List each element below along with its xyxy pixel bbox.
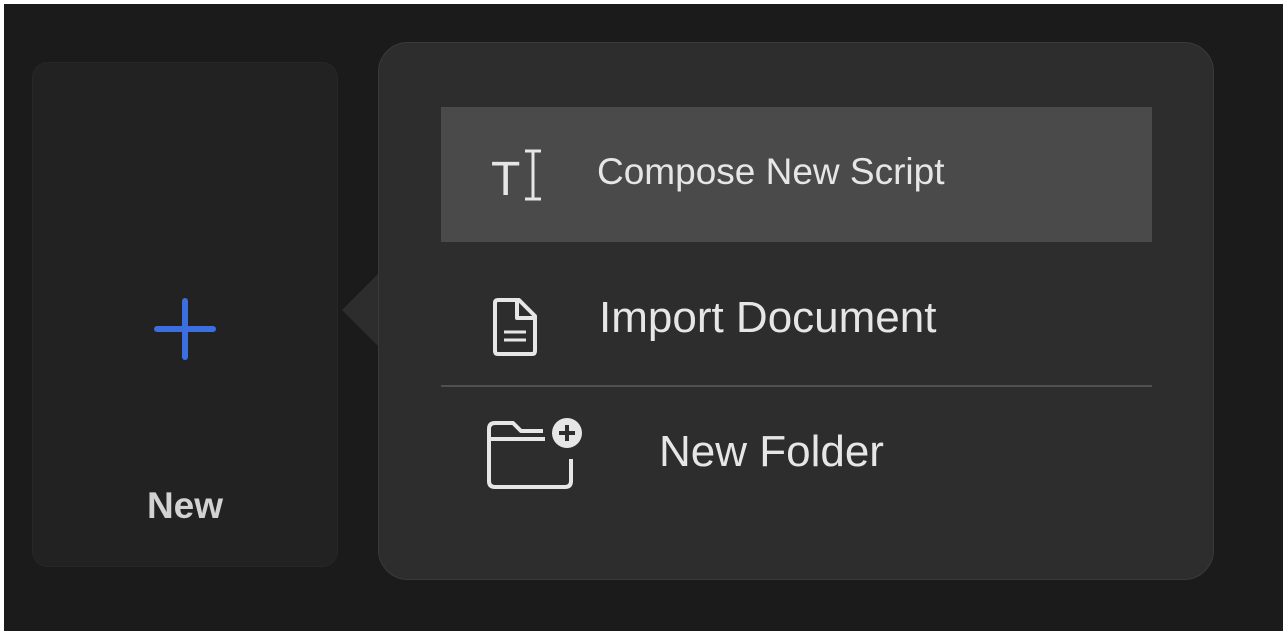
svg-text:T: T [491,153,520,205]
text-cursor-icon: T [491,149,541,205]
new-tile-button[interactable]: New [32,62,338,567]
document-icon [493,298,537,356]
menu-item-label: New Folder [659,427,884,476]
menu-item-label: Compose New Script [597,151,945,192]
folder-add-icon [487,418,582,489]
menu-divider [441,385,1152,387]
popover-menu: T Compose New Script Import Document New… [378,42,1214,580]
app-canvas: New T Compose New Script Import Document… [4,4,1283,631]
menu-item-import-document[interactable]: Import Document [441,253,1152,381]
new-tile-label: New [146,485,224,526]
menu-item-new-folder[interactable]: New Folder [441,389,1152,509]
menu-item-compose-new-script[interactable]: T Compose New Script [441,107,1152,242]
plus-icon [154,298,216,360]
menu-item-label: Import Document [599,293,937,342]
new-item-popover: T Compose New Script Import Document New… [336,42,1216,582]
